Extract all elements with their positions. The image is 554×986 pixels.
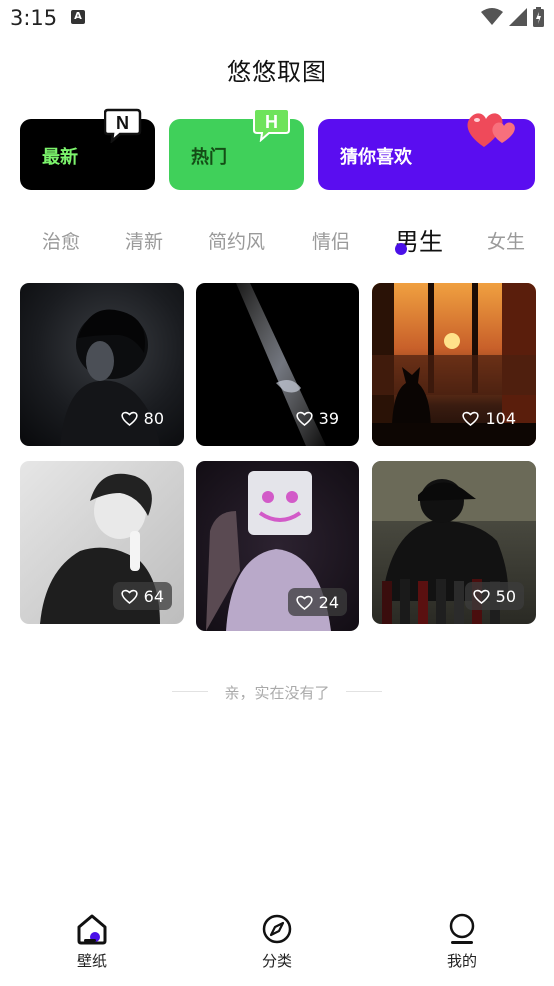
nav-label: 分类: [261, 952, 292, 970]
tab-couple[interactable]: 情侣: [312, 227, 350, 254]
nav-category[interactable]: 分类: [232, 912, 322, 971]
guess-you-like-button[interactable]: 猜你喜欢: [318, 113, 535, 190]
notification-icon: A: [71, 10, 85, 24]
category-tabs: 治愈 清新 简约风 情侣 男生 女生: [0, 222, 554, 262]
heart-outline-icon: [462, 411, 480, 426]
heart-outline-icon: [295, 411, 313, 426]
page-title: 悠悠取图: [227, 58, 327, 86]
end-of-list-message: 亲，实在没有了: [224, 684, 330, 702]
bottom-nav: 壁纸 分类 我的: [0, 912, 554, 986]
tab-female[interactable]: 女生: [487, 227, 525, 254]
svg-text:N: N: [116, 113, 129, 133]
like-count: 24: [318, 592, 339, 612]
like-counter: 50: [464, 582, 524, 610]
wallpaper-card[interactable]: 80: [20, 283, 184, 446]
tab-healing[interactable]: 治愈: [42, 227, 80, 254]
heart-outline-icon: [120, 411, 138, 426]
like-counter: 104: [454, 404, 524, 432]
status-bar: 3:15 A: [0, 0, 554, 38]
like-count: 104: [485, 408, 516, 428]
hot-button[interactable]: 热门 H: [169, 108, 304, 190]
active-tab-indicator: [395, 243, 407, 255]
latest-button[interactable]: 最新 N: [20, 108, 155, 190]
like-count: 39: [318, 408, 339, 428]
hearts-icon: [467, 113, 515, 147]
tab-minimal[interactable]: 简约风: [208, 227, 265, 254]
like-count: 80: [143, 408, 164, 428]
home-icon: [77, 914, 107, 945]
hot-badge-icon: H: [253, 108, 290, 142]
like-counter: 39: [288, 404, 347, 432]
wallpaper-card[interactable]: 104: [372, 283, 536, 446]
heart-outline-icon: [472, 589, 490, 604]
like-count: 50: [495, 586, 516, 606]
profile-icon: [449, 913, 475, 944]
like-counter: 24: [287, 588, 347, 616]
nav-wallpaper[interactable]: 壁纸: [47, 912, 137, 971]
tab-fresh[interactable]: 清新: [125, 227, 163, 254]
like-count: 64: [143, 586, 164, 606]
signal-icon: [509, 8, 527, 26]
heart-outline-icon: [295, 595, 313, 610]
nav-mine[interactable]: 我的: [417, 912, 507, 971]
nav-label: 壁纸: [76, 952, 107, 970]
svg-text:H: H: [265, 112, 278, 132]
new-badge-icon: N: [104, 108, 142, 143]
heart-outline-icon: [120, 589, 138, 604]
like-counter: 80: [113, 404, 172, 432]
wallpaper-card[interactable]: 64: [20, 461, 184, 624]
wifi-icon: [481, 8, 503, 25]
wallpaper-card[interactable]: 24: [196, 461, 359, 631]
guess-label: 猜你喜欢: [340, 147, 412, 168]
status-time: 3:15: [10, 6, 58, 30]
like-counter: 64: [112, 582, 172, 610]
hot-label: 热门: [191, 147, 227, 168]
wallpaper-card[interactable]: 50: [372, 461, 536, 624]
divider: [346, 691, 382, 692]
wallpaper-card[interactable]: 39: [196, 283, 359, 446]
compass-icon: [262, 914, 292, 944]
nav-label: 我的: [446, 952, 477, 970]
latest-label: 最新: [42, 147, 78, 168]
battery-icon: [533, 7, 544, 27]
